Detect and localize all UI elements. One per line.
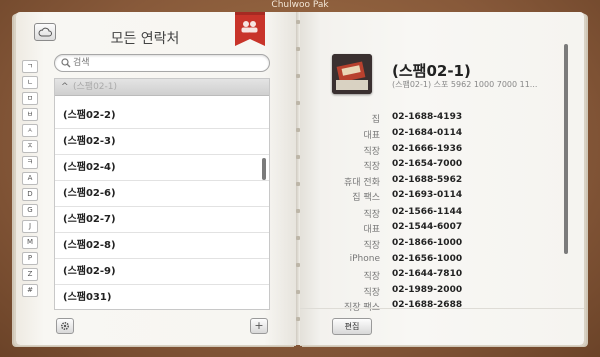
field-label: 직장 [363,272,380,282]
field-label: 직장 [363,147,380,157]
spine-stitch [296,128,300,132]
spine-stitch [296,20,300,24]
list-item[interactable]: (스팸02-9) [55,259,269,285]
phone-value[interactable]: 02-1544-6007 [392,222,462,232]
spine-stitch [296,263,300,267]
search-field[interactable] [54,54,270,72]
window-title: Chulwoo Pak [271,0,329,10]
spine-stitch [296,317,300,321]
spine-stitch [296,74,300,78]
search-input[interactable] [73,55,263,71]
field-label: 집 팩스 [352,193,380,203]
phone-value[interactable]: 02-1666-1936 [392,144,462,154]
spine-stitch [296,290,300,294]
selected-contact-row[interactable]: ^ (스팸02-1) [55,79,269,96]
contact-list[interactable]: ^ (스팸02-1) (스팸02-2) (스팸02-3) (스팸02-4) (스… [54,78,270,310]
spine-stitch [296,155,300,159]
list-scrollbar[interactable] [262,158,266,180]
field-label: 휴대 전화 [344,178,380,188]
field-label: 집 [371,115,380,125]
phone-value[interactable]: 02-1688-5962 [392,175,462,185]
edit-button[interactable]: 편집 [332,318,372,335]
index-tab[interactable]: ㅂ [22,108,38,121]
spine-stitch [296,182,300,186]
index-tab[interactable]: M [22,236,38,249]
phone-value[interactable]: 02-1684-0114 [392,128,462,138]
field-label: iPhone [349,254,380,264]
phone-value[interactable]: 02-1644-7810 [392,269,462,279]
phone-value[interactable]: 02-1989-2000 [392,285,462,295]
page-title: 모든 연락처 [110,31,180,47]
index-tab[interactable]: A [22,172,38,185]
list-item[interactable]: (스팸02-3) [55,129,269,155]
index-tab[interactable]: J [22,220,38,233]
spine-stitch [296,47,300,51]
phone-value[interactable]: 02-1656-1000 [392,254,462,264]
index-tab[interactable]: D [22,188,38,201]
index-tab[interactable]: # [22,284,38,297]
list-item[interactable]: (스팸02-6) [55,181,269,207]
detail-scrollbar[interactable] [564,44,568,254]
spine-stitch [296,101,300,105]
phone-value[interactable]: 02-1688-4193 [392,112,462,122]
spine-stitch [296,236,300,240]
contact-subtitle: (스팸02-1) 스포 5962 1000 7000 11... [392,80,538,89]
gear-icon [60,321,70,331]
list-item[interactable]: (스팸031) [55,285,269,309]
field-label: 대표 [363,131,380,141]
index-tab[interactable]: ㅁ [22,92,38,105]
list-item[interactable]: (스팸02-4) [55,155,269,181]
field-label: 대표 [363,225,380,235]
spine-stitch [296,209,300,213]
chevron-up-icon: ^ [61,82,69,92]
list-item[interactable]: (스팸02-2) [55,103,269,129]
field-label: 직장 [363,210,380,220]
field-label: 직장 [363,162,380,172]
index-tab[interactable]: P [22,252,38,265]
add-contact-button[interactable]: + [250,318,268,334]
search-icon [61,58,71,68]
phone-value[interactable]: 02-1654-7000 [392,159,462,169]
cloud-button[interactable] [34,23,56,41]
divider [300,308,584,309]
index-tab[interactable]: ㅈ [22,140,38,153]
phone-value[interactable]: 02-1693-0114 [392,190,462,200]
index-tab[interactable]: G [22,204,38,217]
list-item[interactable]: (스팸02-8) [55,233,269,259]
cloud-icon [38,27,52,37]
contact-photo[interactable] [332,54,372,94]
field-label: 직장 팩스 [344,303,380,313]
contact-name: (스팸02-1) [392,62,471,80]
field-label: 직장 [363,241,380,251]
phone-value[interactable]: 02-1866-1000 [392,238,462,248]
settings-button[interactable] [56,318,74,334]
plus-icon: + [254,319,264,332]
phone-value[interactable]: 02-1566-1144 [392,207,462,217]
list-item[interactable]: (스팸02-7) [55,207,269,233]
index-tab[interactable]: ㅋ [22,156,38,169]
groups-ribbon[interactable] [232,12,268,48]
selected-contact-label: (스팸02-1) [73,82,118,92]
index-tab[interactable]: Z [22,268,38,281]
index-tab[interactable]: ㄱ [22,60,38,73]
field-label: 직장 [363,288,380,298]
index-tab[interactable]: ㄴ [22,76,38,89]
index-tab[interactable]: ㅅ [22,124,38,137]
photo-image [332,54,372,94]
